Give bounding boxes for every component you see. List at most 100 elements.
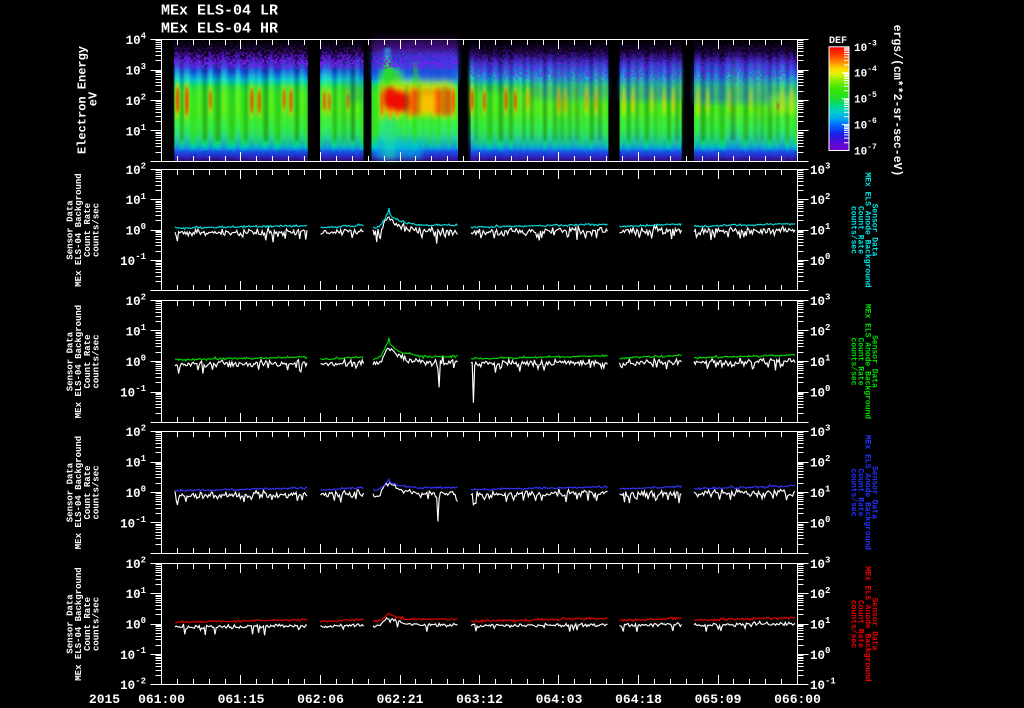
svg-text:counts/sec: counts/sec <box>92 203 102 257</box>
svg-text:10: 10 <box>120 649 135 663</box>
svg-text:2: 2 <box>825 586 830 596</box>
svg-text:10: 10 <box>810 588 825 602</box>
svg-text:DEF: DEF <box>829 36 847 47</box>
svg-text:2: 2 <box>141 93 146 103</box>
svg-text:0: 0 <box>141 616 146 626</box>
svg-text:2: 2 <box>141 293 146 303</box>
svg-text:1: 1 <box>141 123 147 133</box>
svg-text:10: 10 <box>810 487 825 501</box>
svg-text:10: 10 <box>810 356 825 370</box>
svg-text:-3: -3 <box>867 39 877 48</box>
svg-text:10: 10 <box>810 649 825 663</box>
svg-text:3: 3 <box>141 62 146 72</box>
svg-text:2: 2 <box>825 192 830 202</box>
svg-text:10: 10 <box>854 147 867 159</box>
svg-text:10: 10 <box>126 95 141 109</box>
svg-text:062:21: 062:21 <box>377 692 424 707</box>
svg-text:counts/sec: counts/sec <box>92 597 102 651</box>
svg-text:10: 10 <box>126 588 141 602</box>
svg-text:10: 10 <box>126 65 141 79</box>
svg-text:10: 10 <box>810 457 825 471</box>
svg-text:10: 10 <box>126 487 141 501</box>
svg-text:10: 10 <box>810 679 825 693</box>
svg-text:1: 1 <box>141 586 147 596</box>
svg-text:-4: -4 <box>867 65 877 74</box>
svg-text:counts/sec: counts/sec <box>92 334 102 388</box>
svg-text:064:18: 064:18 <box>615 692 662 707</box>
svg-text:10: 10 <box>810 164 825 178</box>
svg-text:3: 3 <box>825 556 830 566</box>
svg-text:10: 10 <box>126 126 141 140</box>
svg-text:MEx ELS-04 HR: MEx ELS-04 HR <box>161 21 278 38</box>
svg-text:0: 0 <box>825 515 830 525</box>
svg-text:066:00: 066:00 <box>774 692 821 707</box>
svg-text:4: 4 <box>141 32 147 42</box>
svg-text:10: 10 <box>854 69 867 81</box>
svg-text:0: 0 <box>825 646 830 656</box>
svg-text:-1: -1 <box>135 646 146 656</box>
svg-text:10: 10 <box>810 326 825 340</box>
svg-text:-6: -6 <box>867 117 877 126</box>
svg-text:2: 2 <box>825 323 830 333</box>
svg-text:2: 2 <box>141 162 146 172</box>
svg-text:3: 3 <box>825 162 830 172</box>
svg-text:2: 2 <box>141 424 146 434</box>
svg-text:10: 10 <box>810 295 825 309</box>
svg-text:10: 10 <box>126 426 141 440</box>
svg-text:counts/sec: counts/sec <box>849 206 858 254</box>
svg-text:10: 10 <box>810 619 825 633</box>
svg-text:10: 10 <box>854 121 867 133</box>
svg-text:eV: eV <box>87 91 101 106</box>
svg-text:MEx ELS-04 LR: MEx ELS-04 LR <box>161 3 278 20</box>
svg-text:10: 10 <box>120 518 135 532</box>
svg-text:10: 10 <box>810 255 825 269</box>
svg-text:064:03: 064:03 <box>536 692 583 707</box>
svg-text:10: 10 <box>126 326 141 340</box>
svg-text:-5: -5 <box>867 91 877 100</box>
svg-text:065:09: 065:09 <box>695 692 742 707</box>
svg-text:counts/sec: counts/sec <box>849 468 858 516</box>
svg-text:10: 10 <box>810 387 825 401</box>
svg-text:10: 10 <box>810 194 825 208</box>
svg-text:1: 1 <box>825 616 831 626</box>
svg-text:0: 0 <box>141 354 146 364</box>
svg-text:1: 1 <box>825 485 831 495</box>
svg-text:3: 3 <box>825 424 830 434</box>
svg-text:10: 10 <box>126 619 141 633</box>
svg-text:063:12: 063:12 <box>456 692 503 707</box>
svg-text:1: 1 <box>141 192 147 202</box>
svg-text:10: 10 <box>126 558 141 572</box>
svg-text:2: 2 <box>825 454 830 464</box>
svg-text:0: 0 <box>825 252 830 262</box>
svg-text:3: 3 <box>825 293 830 303</box>
svg-text:10: 10 <box>810 426 825 440</box>
svg-text:10: 10 <box>854 95 867 107</box>
svg-text:-1: -1 <box>135 515 146 525</box>
svg-text:10: 10 <box>810 225 825 239</box>
svg-text:10: 10 <box>120 255 135 269</box>
svg-text:10: 10 <box>126 457 141 471</box>
svg-text:10: 10 <box>126 194 141 208</box>
svg-text:10: 10 <box>126 225 141 239</box>
svg-text:-2: -2 <box>135 677 146 687</box>
svg-text:062:06: 062:06 <box>297 692 344 707</box>
svg-text:-1: -1 <box>825 677 836 687</box>
svg-text:1: 1 <box>825 222 831 232</box>
svg-text:10: 10 <box>854 43 867 55</box>
svg-text:10: 10 <box>126 34 141 48</box>
svg-text:1: 1 <box>141 323 147 333</box>
svg-text:10: 10 <box>120 387 135 401</box>
svg-text:10: 10 <box>126 356 141 370</box>
svg-text:counts/sec: counts/sec <box>92 465 102 519</box>
svg-text:0: 0 <box>141 222 146 232</box>
svg-text:counts/sec: counts/sec <box>849 600 858 648</box>
svg-text:10: 10 <box>810 558 825 572</box>
svg-text:-7: -7 <box>867 143 877 152</box>
svg-text:10: 10 <box>126 295 141 309</box>
svg-text:10: 10 <box>126 164 141 178</box>
svg-text:-1: -1 <box>135 384 146 394</box>
svg-text:10: 10 <box>810 518 825 532</box>
svg-text:1: 1 <box>825 354 831 364</box>
svg-text:counts/sec: counts/sec <box>849 337 858 385</box>
svg-text:10: 10 <box>120 679 135 693</box>
